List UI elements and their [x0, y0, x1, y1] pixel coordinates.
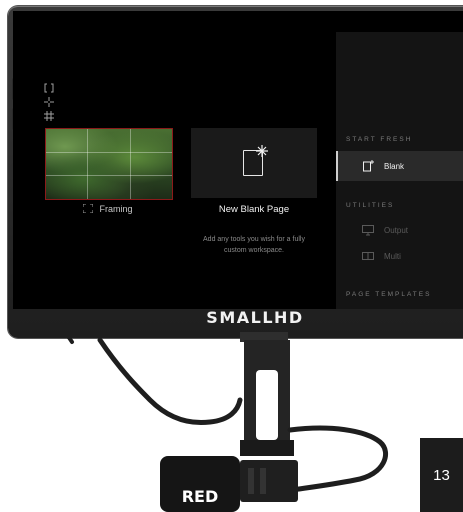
connector-ridge — [260, 468, 266, 494]
smallhd-logo: SMALLHD — [206, 308, 304, 327]
start-fresh-header: START FRESH — [346, 136, 413, 143]
menu-item-blank[interactable]: Blank — [336, 151, 463, 181]
new-blank-page-tile[interactable] — [191, 128, 317, 198]
page-menu-panel: START FRESH Blank UTILITIES Output Multi… — [336, 32, 463, 309]
red-logo: RED — [182, 487, 219, 506]
monitor-icon — [362, 225, 374, 236]
grid-icon[interactable] — [44, 111, 54, 121]
grid-line — [46, 175, 172, 176]
framing-label: Framing — [99, 204, 133, 214]
mount-arm-cutout — [256, 370, 278, 440]
tool-icon-column — [44, 83, 58, 121]
jungle-thumbnail — [46, 129, 172, 199]
crosshair-icon[interactable] — [44, 97, 54, 107]
framing-tile[interactable] — [45, 128, 173, 200]
utilities-header: UTILITIES — [346, 202, 395, 209]
page-number-badge: 13 — [420, 438, 463, 512]
grid-line — [130, 129, 131, 199]
multi-view-icon — [362, 252, 374, 260]
bracket-icon[interactable] — [44, 83, 54, 93]
sparkle-icon — [256, 145, 268, 157]
blank-label: Blank — [384, 161, 405, 171]
blank-page-icon — [363, 160, 374, 172]
multi-label: Multi — [384, 251, 401, 261]
grid-line — [46, 152, 172, 153]
mount-base — [240, 440, 294, 456]
new-blank-page-description: Add any tools you wish for a fully custo… — [203, 236, 305, 254]
cable-left — [97, 337, 243, 426]
cable-right — [287, 425, 389, 493]
menu-item-multi[interactable]: Multi — [336, 241, 463, 271]
monitor-screen: Framing New Blank Page Add any tools you… — [13, 11, 463, 309]
cable-stub — [66, 334, 74, 344]
framing-caption: Framing — [45, 204, 171, 214]
new-blank-page-caption: New Blank Page — [218, 204, 290, 215]
output-label: Output — [384, 225, 409, 235]
connector-ridge — [248, 468, 254, 494]
framing-icon — [83, 204, 94, 213]
page-templates-header: PAGE TEMPLATES — [346, 291, 432, 298]
mount-and-cables: RED — [66, 332, 389, 512]
grid-line — [87, 129, 88, 199]
